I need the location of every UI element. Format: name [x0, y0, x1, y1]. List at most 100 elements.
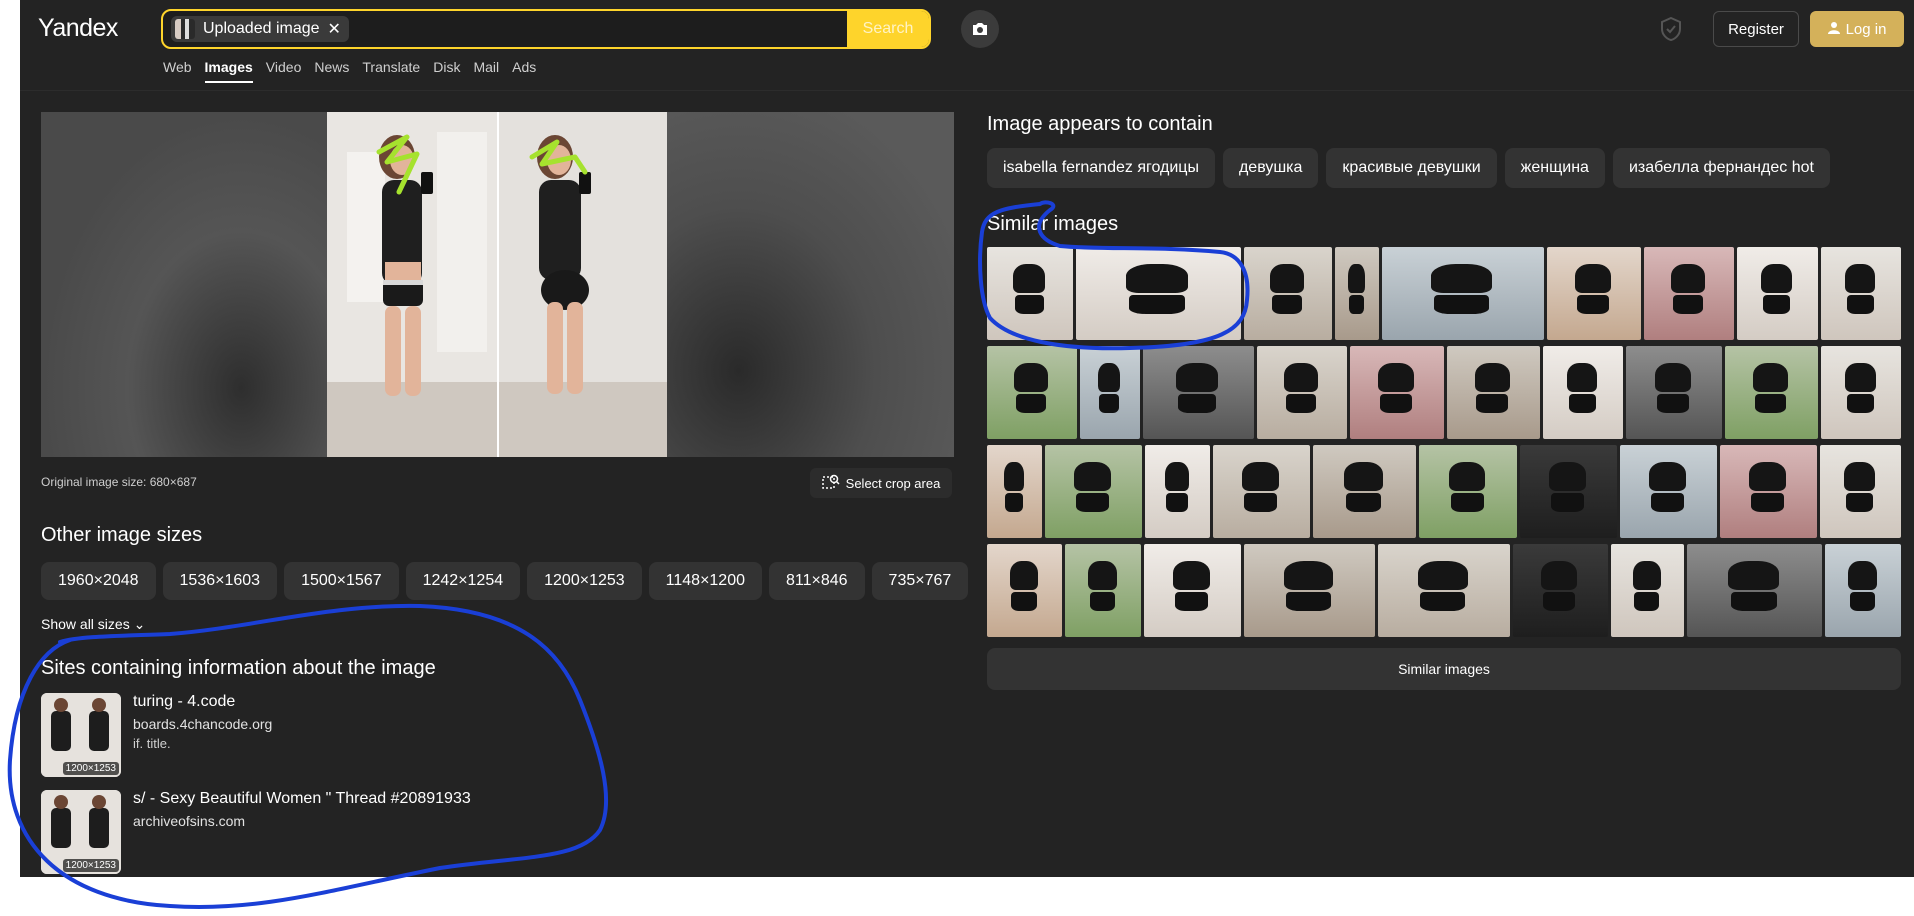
camera-icon[interactable] [961, 10, 999, 48]
service-tab[interactable]: Disk [433, 59, 460, 75]
tag-chip[interactable]: isabella fernandez ягодицы [987, 148, 1215, 188]
similar-image-tile[interactable] [1257, 346, 1347, 439]
tag-chip[interactable]: женщина [1504, 148, 1605, 188]
service-tab[interactable]: Translate [362, 59, 420, 75]
similar-image-tile[interactable] [1543, 346, 1623, 439]
similar-image-tile[interactable] [1687, 544, 1823, 637]
crop-icon [821, 474, 840, 493]
contains-title: Image appears to contain [987, 113, 1213, 135]
services-nav: Web Images Video News Translate Disk Mai… [163, 59, 549, 83]
similar-image-tile[interactable] [1724, 346, 1819, 439]
login-button[interactable]: Log in [1810, 11, 1904, 47]
similar-image-tile[interactable] [1313, 445, 1417, 538]
size-option[interactable]: 811×846 [769, 562, 865, 600]
service-tab[interactable]: Ads [512, 59, 536, 75]
similar-image-tile[interactable] [1825, 544, 1901, 637]
similar-image-tile[interactable] [1547, 247, 1641, 340]
site-domain[interactable]: archiveofsins.com [133, 813, 245, 829]
image-preview [41, 112, 954, 457]
service-tab-active[interactable]: Images [204, 59, 254, 83]
site-thumbnail[interactable]: 1200×1253 [41, 790, 121, 874]
similar-images-title: Similar images [987, 213, 1119, 235]
similar-image-tile[interactable] [1244, 247, 1332, 340]
similar-image-tile[interactable] [1065, 544, 1141, 637]
size-option[interactable]: 1242×1254 [405, 562, 521, 600]
similar-image-tile[interactable] [1625, 346, 1722, 439]
service-tab[interactable]: Video [266, 59, 302, 75]
size-option[interactable]: 735×767 [871, 562, 969, 600]
similar-image-tile[interactable] [1512, 544, 1608, 637]
size-option[interactable]: 1536×1603 [162, 562, 278, 600]
uploaded-image-chip[interactable]: Uploaded image ✕ [171, 16, 349, 42]
similar-image-tile[interactable] [1244, 544, 1376, 637]
service-tab[interactable]: Mail [473, 59, 499, 75]
user-icon [1827, 21, 1840, 38]
sizes-list: 1960×2048 1536×1603 1500×1567 1242×1254 … [41, 562, 969, 600]
similar-image-tile[interactable] [1349, 346, 1444, 439]
similar-image-tile[interactable] [1335, 247, 1379, 340]
site-domain[interactable]: boards.4chancode.org [133, 716, 272, 732]
original-size-text: Original image size: 680×687 [41, 475, 197, 489]
site-title[interactable]: turing - 4.code [133, 693, 235, 711]
similar-image-tile[interactable] [1145, 445, 1211, 538]
similar-image-tile[interactable] [1419, 445, 1517, 538]
similar-image-tile[interactable] [1610, 544, 1685, 637]
sites-title: Sites containing information about the i… [41, 657, 436, 679]
register-button[interactable]: Register [1713, 11, 1799, 47]
site-title[interactable]: s/ - Sexy Beautiful Women " Thread #2089… [133, 790, 471, 808]
yandex-images-page: Yandex Uploaded image ✕ Search Register … [20, 0, 1914, 877]
similar-image-tile[interactable] [1045, 445, 1143, 538]
similar-image-tile[interactable] [987, 544, 1063, 637]
similar-image-tile[interactable] [1378, 544, 1510, 637]
size-option[interactable]: 1200×1253 [527, 562, 642, 600]
similar-image-tile[interactable] [987, 247, 1073, 340]
similar-image-tile[interactable] [987, 346, 1077, 439]
yandex-logo[interactable]: Yandex [38, 14, 118, 43]
similar-image-tile[interactable] [1519, 445, 1617, 538]
uploaded-image-thumbnail [175, 19, 195, 39]
similar-image-tile[interactable] [1619, 445, 1717, 538]
photo-separator [497, 112, 499, 457]
search-box[interactable]: Uploaded image ✕ Search [161, 9, 931, 49]
other-sizes-title: Other image sizes [41, 524, 203, 546]
similar-image-tile[interactable] [1076, 247, 1241, 340]
size-option[interactable]: 1148×1200 [648, 562, 762, 600]
grid-row [987, 445, 1901, 538]
show-all-sizes-link[interactable]: Show all sizes ⌄ [41, 616, 145, 633]
site-thumbnail-size: 1200×1253 [62, 762, 119, 775]
size-option[interactable]: 1960×2048 [41, 562, 156, 600]
similar-image-tile[interactable] [1737, 247, 1818, 340]
header-divider [20, 90, 1914, 91]
tags-list: isabella fernandez ягодицы девушка краси… [987, 148, 1830, 188]
similar-images-button[interactable]: Similar images [987, 648, 1901, 690]
search-button[interactable]: Search [847, 11, 929, 47]
similar-image-tile[interactable] [1644, 247, 1734, 340]
similar-image-tile[interactable] [1382, 247, 1544, 340]
similar-image-tile[interactable] [987, 445, 1043, 538]
service-tab[interactable]: Web [163, 59, 192, 75]
tag-chip[interactable]: девушка [1222, 148, 1319, 188]
tag-chip[interactable]: красивые девушки [1326, 148, 1497, 188]
select-crop-button[interactable]: Select crop area [810, 468, 952, 498]
similar-image-tile[interactable] [1142, 346, 1255, 439]
grid-row [987, 544, 1901, 637]
login-label: Log in [1845, 20, 1887, 38]
chevron-down-icon: ⌄ [133, 616, 146, 632]
similar-image-tile[interactable] [1143, 544, 1242, 637]
preview-blur-left [41, 112, 327, 457]
crop-label: Select crop area [845, 475, 941, 491]
similar-image-tile[interactable] [1821, 247, 1901, 340]
shield-icon[interactable] [1660, 16, 1682, 42]
close-icon[interactable]: ✕ [328, 19, 341, 39]
similar-image-tile[interactable] [1719, 445, 1817, 538]
similar-image-tile[interactable] [1213, 445, 1311, 538]
similar-image-tile[interactable] [1079, 346, 1140, 439]
site-thumbnail[interactable]: 1200×1253 [41, 693, 121, 777]
uploaded-image-label: Uploaded image [203, 20, 320, 37]
size-option[interactable]: 1500×1567 [284, 562, 399, 600]
tag-chip[interactable]: изабелла фернандес hot [1612, 148, 1830, 188]
similar-image-tile[interactable] [1821, 346, 1902, 439]
similar-image-tile[interactable] [1819, 445, 1901, 538]
service-tab[interactable]: News [314, 59, 349, 75]
similar-image-tile[interactable] [1446, 346, 1541, 439]
